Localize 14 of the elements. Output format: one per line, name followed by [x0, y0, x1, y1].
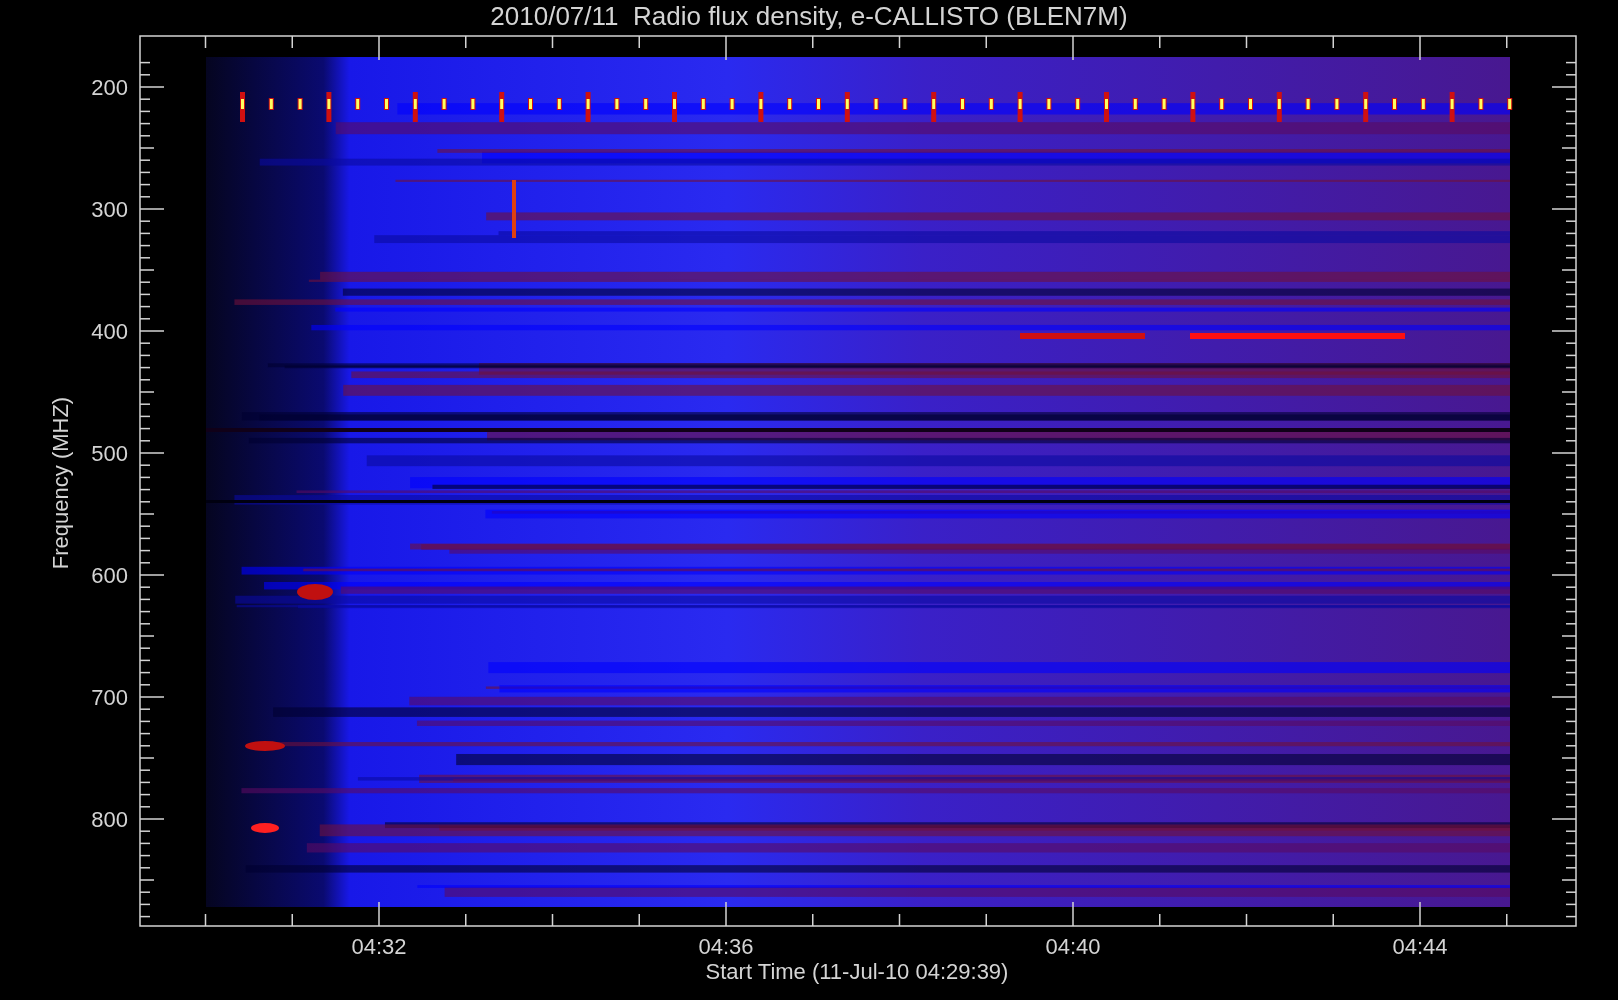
tick-label: 04:44 — [1392, 934, 1448, 959]
tick-label: 800 — [91, 807, 128, 832]
tick-label: 200 — [91, 75, 128, 100]
tick-label: 04:36 — [698, 934, 754, 959]
tick-label: 04:40 — [1045, 934, 1101, 959]
tick-label: 400 — [91, 319, 128, 344]
tick-label: 600 — [91, 563, 128, 588]
axis-label: Frequency (MHZ) — [48, 396, 73, 570]
tick-label: 300 — [91, 197, 128, 222]
tick-label: 500 — [91, 441, 128, 466]
tick-label: 700 — [91, 685, 128, 710]
axis-label: Start Time (11-Jul-10 04:29:39) — [705, 959, 1009, 984]
plot-title: 2010/07/11 Radio flux density, e-CALLISTO (BLEN7M) — [490, 1, 1128, 31]
tick-label: 04:32 — [351, 934, 407, 959]
